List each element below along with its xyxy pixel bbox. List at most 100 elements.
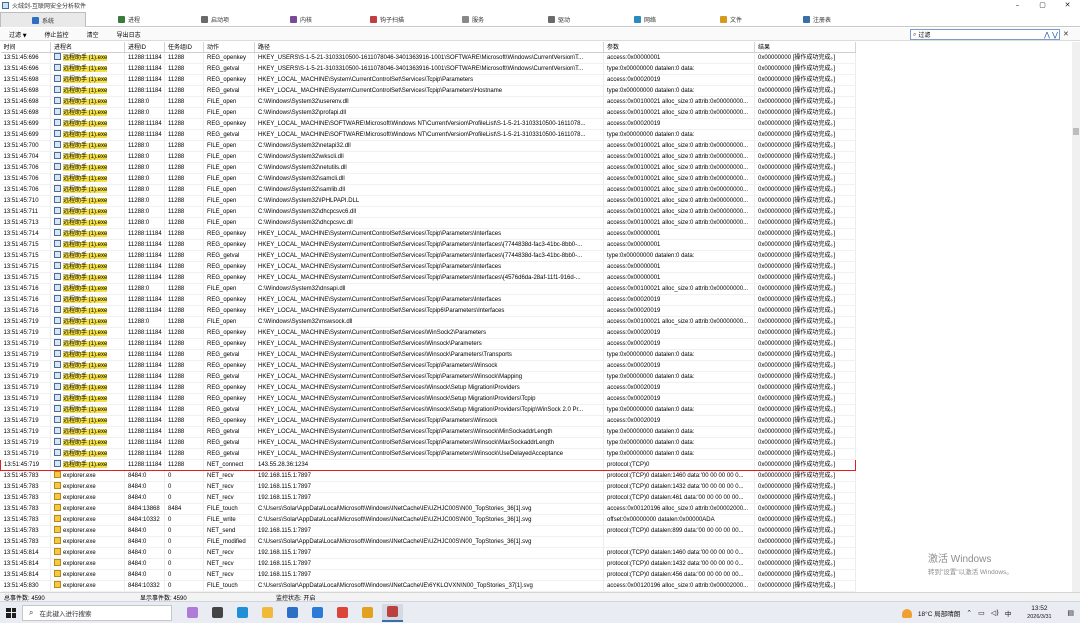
tab-5[interactable]: 服务: [430, 12, 516, 27]
table-row[interactable]: 13:51:45:783 explorer.exe 8484:13868 8484 FI…: [0, 503, 856, 515]
task-view-taskbar-button[interactable]: [207, 604, 228, 622]
clear-button[interactable]: 清空: [78, 30, 108, 39]
table-row[interactable]: 13:51:45:716 远程助手 (1).exe 11288:11184 11288…: [0, 294, 856, 306]
table-row[interactable]: 13:51:45:706 远程助手 (1).exe 11288:0 11288 FILE…: [0, 162, 856, 174]
table-row[interactable]: 13:51:45:711 远程助手 (1).exe 11288:0 11288 FILE…: [0, 206, 856, 218]
mail-taskbar-button[interactable]: [307, 604, 328, 622]
search-next-icon[interactable]: ⋁: [1051, 31, 1059, 39]
table-row[interactable]: 13:51:45:698 远程助手 (1).exe 11288:11184 11288…: [0, 74, 856, 86]
tab-2[interactable]: 启动项: [172, 12, 258, 27]
chevron-up-icon[interactable]: ⌃: [966, 609, 972, 617]
search-prev-icon[interactable]: ⋀: [1043, 31, 1051, 39]
maximize-icon[interactable]: ▢: [1030, 0, 1055, 11]
table-row[interactable]: 13:51:45:814 explorer.exe 8484:0 0 NET_recv 1…: [0, 569, 856, 581]
table-row[interactable]: 13:51:45:696 远程助手 (1).exe 11288:11184 11288…: [0, 63, 856, 75]
taskbar-search[interactable]: ⌕ 在此键入进行搜索: [22, 604, 172, 621]
table-row[interactable]: 13:51:45:698 远程助手 (1).exe 11288:11184 11288…: [0, 85, 856, 97]
col-header-result[interactable]: 结果: [754, 42, 856, 53]
table-row[interactable]: 13:51:45:719 远程助手 (1).exe 11288:11184 11288…: [0, 437, 856, 449]
col-header-action[interactable]: 动作: [203, 42, 255, 53]
tab-4[interactable]: 钩子扫描: [344, 12, 430, 27]
notification-icon[interactable]: ▤: [1067, 609, 1074, 617]
table-row[interactable]: 13:51:45:715 远程助手 (1).exe 11288:11184 11288…: [0, 261, 856, 273]
tab-7[interactable]: 网络: [602, 12, 688, 27]
network-icon[interactable]: ▭: [978, 609, 985, 617]
table-row[interactable]: 13:51:45:716 远程助手 (1).exe 11288:0 11288 FILE…: [0, 283, 856, 295]
table-row[interactable]: 13:51:45:719 远程助手 (1).exe 11288:11184 11288…: [0, 404, 856, 416]
table-row[interactable]: 13:51:45:783 explorer.exe 8484:0 0 NET_recv 1…: [0, 492, 856, 504]
col-header-time[interactable]: 时间: [0, 42, 51, 53]
table-row[interactable]: 13:51:45:710 远程助手 (1).exe 11288:0 11288 FILE…: [0, 195, 856, 207]
minimize-icon[interactable]: –: [1005, 0, 1030, 11]
stop-monitor-button[interactable]: 停止监控: [36, 30, 78, 39]
table-row[interactable]: 13:51:45:719 远程助手 (1).exe 11288:0 11288 FILE…: [0, 316, 856, 328]
tab-1[interactable]: 进程: [86, 12, 172, 27]
table-row[interactable]: 13:51:45:698 远程助手 (1).exe 11288:0 11288 FILE…: [0, 96, 856, 108]
table-row[interactable]: 13:51:45:719 远程助手 (1).exe 11288:11184 11288…: [0, 426, 856, 438]
table-row[interactable]: 13:51:45:719 远程助手 (1).exe 11288:11184 11288…: [0, 382, 856, 394]
table-row[interactable]: 13:51:45:719 远程助手 (1).exe 11288:11184 11288…: [0, 393, 856, 405]
volume-icon[interactable]: ◁): [991, 609, 999, 617]
edge-taskbar-button[interactable]: [232, 604, 253, 622]
table-row[interactable]: 13:51:45:719 远程助手 (1).exe 11288:11184 11288…: [0, 448, 856, 460]
table-row[interactable]: 13:51:45:704 远程助手 (1).exe 11288:0 11288 FILE…: [0, 151, 856, 163]
tab-8[interactable]: 文件: [688, 12, 774, 27]
col-header-pid[interactable]: 进程ID: [124, 42, 165, 53]
table-row[interactable]: 13:51:45:699 远程助手 (1).exe 11288:11184 11288…: [0, 118, 856, 130]
table-row[interactable]: 13:51:45:699 远程助手 (1).exe 11288:11184 11288…: [0, 129, 856, 141]
col-header-params[interactable]: 参数: [603, 42, 755, 53]
tab-0[interactable]: 系统: [0, 12, 86, 27]
search-box[interactable]: ⌕ ⋀ ⋁: [910, 29, 1060, 40]
table-row[interactable]: 13:51:45:696 远程助手 (1).exe 11288:11184 11288…: [0, 52, 856, 64]
filter-button[interactable]: 过滤 ▼: [0, 30, 36, 39]
file-explorer-taskbar-button[interactable]: [257, 604, 278, 622]
table-row[interactable]: 13:51:45:714 远程助手 (1).exe 11288:11184 11288…: [0, 228, 856, 240]
table-row[interactable]: 13:51:45:783 explorer.exe 8484:0 0 FILE_modi…: [0, 536, 856, 548]
col-header-process[interactable]: 进程名: [50, 42, 125, 53]
table-row[interactable]: 13:51:45:783 explorer.exe 8484:10332 0 FILE_…: [0, 514, 856, 526]
table-row[interactable]: 13:51:45:830 explorer.exe 8484:10332 0 FILE_…: [0, 580, 856, 592]
search-input[interactable]: [918, 30, 1043, 39]
export-log-button[interactable]: 导出日志: [108, 30, 150, 39]
table-row[interactable]: 13:51:45:713 远程助手 (1).exe 11288:0 11288 FILE…: [0, 217, 856, 229]
weather-text[interactable]: 18°C 局部晴朗: [918, 608, 960, 618]
table-row[interactable]: 13:51:45:698 远程助手 (1).exe 11288:0 11288 FILE…: [0, 107, 856, 119]
close-icon[interactable]: ✕: [1055, 0, 1080, 11]
table-row[interactable]: 13:51:45:719 远程助手 (1).exe 11288:11184 11288…: [0, 415, 856, 427]
tab-6[interactable]: 驱动: [516, 12, 602, 27]
table-row[interactable]: 13:51:45:716 远程助手 (1).exe 11288:11184 11288…: [0, 305, 856, 317]
table-row[interactable]: 13:51:45:814 explorer.exe 8484:0 0 NET_recv 1…: [0, 558, 856, 570]
table-row-selected[interactable]: 13:51:45:719 远程助手 (1).exe 11288:11184 11288…: [0, 458, 856, 471]
store-taskbar-button[interactable]: [282, 604, 303, 622]
table-row[interactable]: 13:51:45:783 explorer.exe 8484:0 0 NET_recv 1…: [0, 470, 856, 482]
search-close-icon[interactable]: ✕: [1063, 30, 1069, 38]
table-row[interactable]: 13:51:45:715 远程助手 (1).exe 11288:11184 11288…: [0, 250, 856, 262]
copilot-taskbar-button[interactable]: [182, 604, 203, 622]
table-row[interactable]: 13:51:45:706 远程助手 (1).exe 11288:0 11288 FILE…: [0, 173, 856, 185]
col-header-task-id[interactable]: 任务组ID: [164, 42, 204, 53]
table-row[interactable]: 13:51:45:814 explorer.exe 8484:0 0 NET_recv 1…: [0, 547, 856, 559]
table-row[interactable]: 13:51:45:719 远程助手 (1).exe 11288:11184 11288…: [0, 360, 856, 372]
table-row[interactable]: 13:51:45:715 远程助手 (1).exe 11288:11184 11288…: [0, 239, 856, 251]
table-row[interactable]: 13:51:45:706 远程助手 (1).exe 11288:0 11288 FILE…: [0, 184, 856, 196]
huorong-taskbar-button[interactable]: [382, 603, 403, 622]
table-row[interactable]: 13:51:45:715 远程助手 (1).exe 11288:11184 11288…: [0, 272, 856, 284]
table-row[interactable]: 13:51:45:719 远程助手 (1).exe 11288:11184 11288…: [0, 338, 856, 350]
tab-3[interactable]: 内核: [258, 12, 344, 27]
start-button[interactable]: [0, 602, 22, 623]
table-row[interactable]: 13:51:45:719 远程助手 (1).exe 11288:11184 11288…: [0, 371, 856, 383]
table-row[interactable]: 13:51:45:719 远程助手 (1).exe 11288:11184 11288…: [0, 349, 856, 361]
table-row[interactable]: 13:51:45:783 explorer.exe 8484:0 0 NET_recv 1…: [0, 481, 856, 493]
tab-9[interactable]: 注册表: [774, 12, 860, 27]
ime-indicator[interactable]: 中: [1005, 608, 1012, 618]
vertical-scrollbar[interactable]: [1072, 42, 1080, 592]
table-row[interactable]: 13:51:45:700 远程助手 (1).exe 11288:0 11288 FILE…: [0, 140, 856, 152]
table-row[interactable]: 13:51:45:783 explorer.exe 8484:0 0 NET_send 1…: [0, 525, 856, 537]
table-row[interactable]: 13:51:45:719 远程助手 (1).exe 11288:11184 11288…: [0, 327, 856, 339]
security-taskbar-button[interactable]: [357, 604, 378, 622]
col-header-path[interactable]: 路径: [254, 42, 604, 53]
clock[interactable]: 13:52 2026/3/31: [1017, 605, 1061, 621]
cell-pid: 11288:11184: [124, 338, 165, 350]
chrome-taskbar-button[interactable]: [332, 604, 353, 622]
scrollbar-thumb[interactable]: [1073, 128, 1079, 135]
